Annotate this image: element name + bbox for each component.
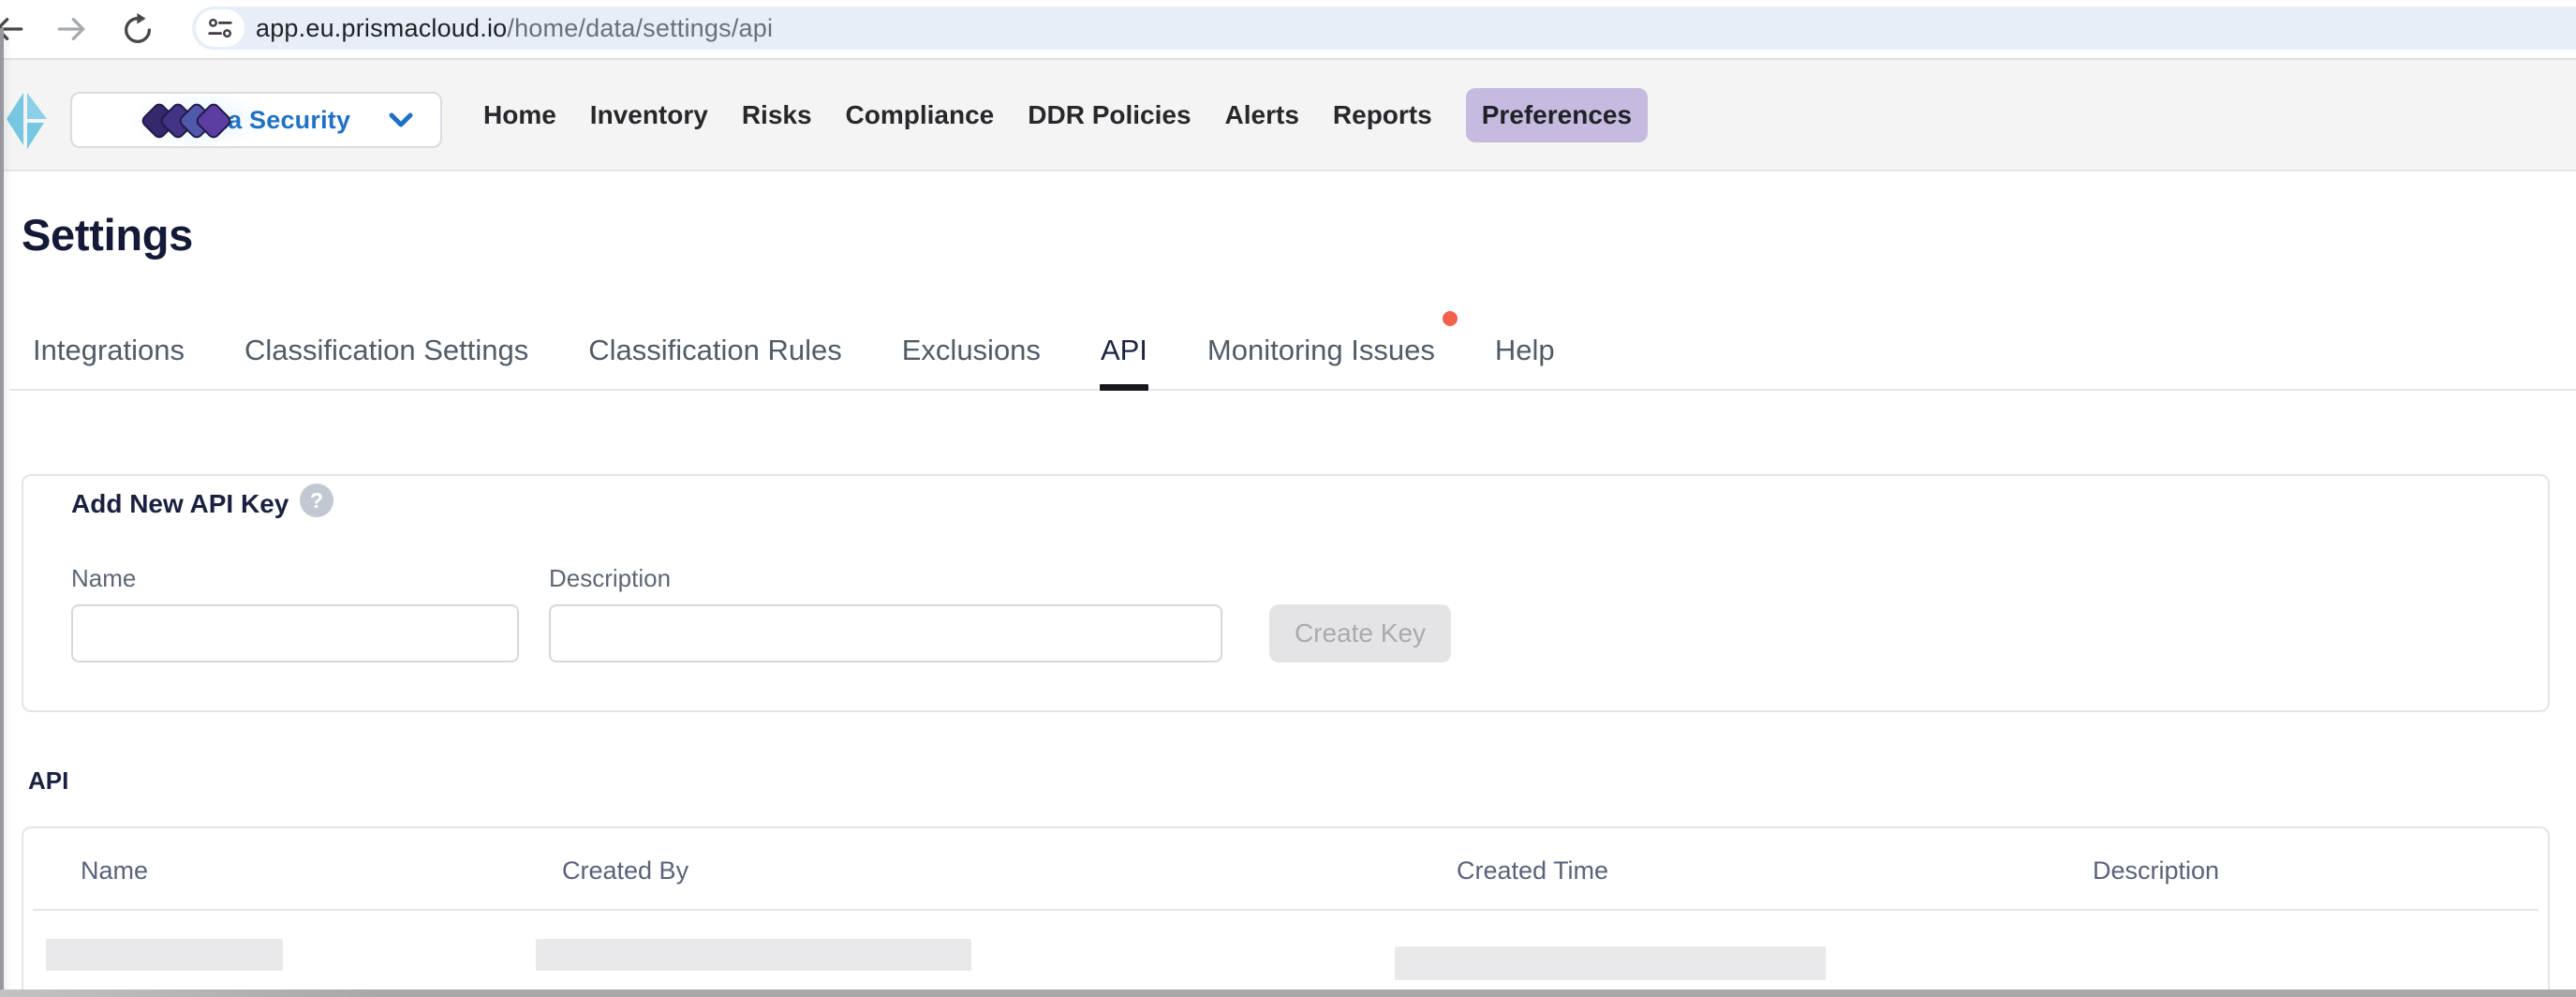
column-header-description: Description: [2093, 856, 2219, 885]
address-bar[interactable]: app.eu.prismacloud.io/home/data/settings…: [192, 7, 2576, 50]
window-left-edge: [0, 28, 4, 997]
tab-api[interactable]: API: [1101, 309, 1147, 391]
description-field-label: Description: [549, 564, 671, 593]
page-title: Settings: [22, 209, 193, 260]
api-section-title: API: [28, 766, 68, 796]
site-info-button[interactable]: [196, 9, 244, 47]
api-keys-table: Name Created By Created Time Description: [22, 826, 2550, 997]
description-input[interactable]: [549, 604, 1222, 662]
table-header-divider: [33, 909, 2539, 911]
nav-item-reports[interactable]: Reports: [1333, 88, 1432, 142]
chevron-down-icon: [388, 109, 414, 131]
site-settings-icon: [206, 14, 234, 42]
tab-monitoring-issues[interactable]: Monitoring Issues: [1207, 309, 1435, 391]
tab-classification-settings[interactable]: Classification Settings: [244, 309, 528, 391]
tab-integrations[interactable]: Integrations: [33, 309, 185, 391]
create-key-button[interactable]: Create Key: [1269, 604, 1451, 662]
nav-items: Home Inventory Risks Compliance DDR Poli…: [483, 60, 1648, 170]
name-input[interactable]: [71, 604, 519, 662]
nav-item-ddr-policies[interactable]: DDR Policies: [1028, 88, 1191, 142]
nav-item-home[interactable]: Home: [483, 88, 556, 142]
window-bottom-edge: [0, 990, 2576, 997]
prisma-cloud-logo-icon: [5, 91, 50, 151]
add-api-key-title: Add New API Key: [71, 489, 289, 519]
add-api-key-card: Add New API Key ? Name Description Creat…: [22, 474, 2550, 712]
skeleton-cell-name: [46, 939, 283, 971]
nav-item-inventory[interactable]: Inventory: [590, 88, 708, 142]
product-switcher[interactable]: Data Security: [70, 92, 442, 148]
forward-icon[interactable]: [53, 11, 89, 47]
help-icon[interactable]: ?: [300, 484, 333, 517]
tab-monitoring-issues-label: Monitoring Issues: [1207, 334, 1435, 367]
tab-exclusions[interactable]: Exclusions: [902, 309, 1041, 391]
url-text[interactable]: app.eu.prismacloud.io/home/data/settings…: [256, 7, 773, 50]
nav-item-risks[interactable]: Risks: [742, 88, 812, 142]
skeleton-cell-created-by: [536, 939, 971, 971]
url-domain: app.eu.prismacloud.io: [256, 14, 507, 43]
nav-item-preferences[interactable]: Preferences: [1466, 88, 1648, 142]
tab-classification-rules[interactable]: Classification Rules: [588, 309, 842, 391]
column-header-created-by: Created By: [562, 856, 688, 885]
back-icon[interactable]: [0, 11, 27, 47]
nav-item-alerts[interactable]: Alerts: [1225, 88, 1299, 142]
settings-tabs: Integrations Classification Settings Cla…: [33, 309, 1555, 391]
browser-toolbar: app.eu.prismacloud.io/home/data/settings…: [0, 0, 2576, 58]
skeleton-cell-created-time: [1395, 946, 1826, 980]
url-path: /home/data/settings/api: [507, 14, 773, 43]
notification-dot: [1443, 311, 1458, 326]
nav-item-compliance[interactable]: Compliance: [846, 88, 995, 142]
name-field-label: Name: [71, 564, 136, 593]
tab-help[interactable]: Help: [1495, 309, 1555, 391]
nav-divider: [0, 170, 2576, 171]
window-left-edge-fade: [4, 28, 12, 997]
column-header-created-time: Created Time: [1457, 856, 1608, 885]
reload-icon[interactable]: [120, 12, 155, 48]
column-header-name: Name: [81, 856, 148, 885]
app-top-nav: Data Security Home Inventory Risks Compl…: [0, 60, 2576, 170]
